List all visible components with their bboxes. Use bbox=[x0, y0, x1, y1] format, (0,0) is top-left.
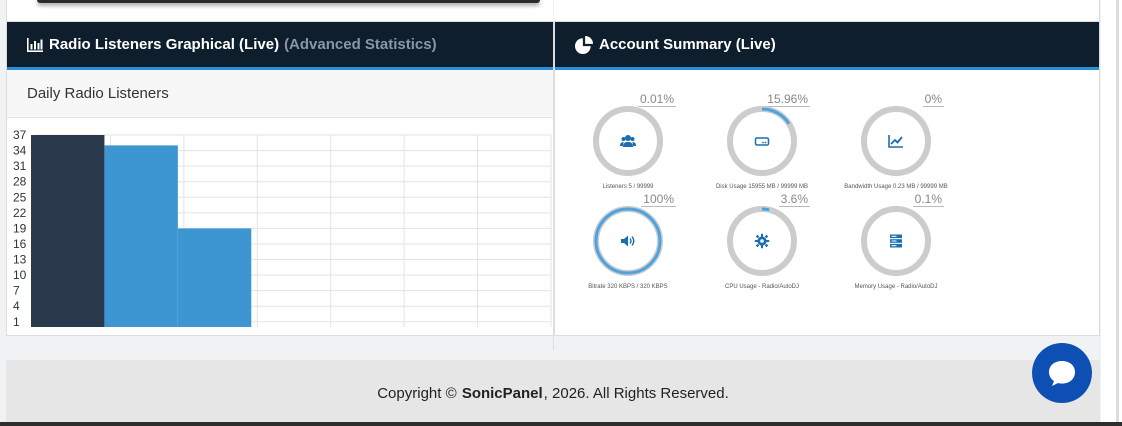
top-card-strip bbox=[0, 0, 1100, 21]
pie-chart-icon bbox=[575, 35, 593, 54]
server-icon bbox=[890, 234, 902, 248]
gauge-ring bbox=[727, 106, 797, 176]
copyright-prefix: Copyright © bbox=[377, 384, 457, 402]
advanced-statistics-link[interactable]: (Advanced Statistics) bbox=[284, 36, 437, 53]
copyright-suffix: , 2026. All Rights Reserved. bbox=[543, 384, 729, 402]
gauge-ring bbox=[593, 106, 663, 176]
y-tick-label: 31 bbox=[13, 159, 27, 173]
bar-wednesday bbox=[177, 228, 252, 327]
radio-listeners-panel: Radio Listeners Graphical (Live) (Advanc… bbox=[6, 21, 554, 350]
page-scrollbar[interactable] bbox=[1116, 0, 1119, 426]
gauge-label: Listeners 5 / 99999 bbox=[602, 184, 654, 190]
y-tick-label: 37 bbox=[13, 128, 27, 142]
volume-icon bbox=[621, 235, 635, 247]
y-tick-label: 19 bbox=[13, 221, 27, 235]
users-icon bbox=[620, 135, 636, 147]
y-tick-label: 25 bbox=[13, 190, 27, 204]
y-tick-label: 13 bbox=[13, 253, 27, 267]
column-divider bbox=[553, 336, 554, 350]
chart-subheader: Daily Radio Listeners bbox=[7, 70, 553, 118]
account-summary-panel: Account Summary (Live) 0.01% Listeners 5 … bbox=[554, 21, 1100, 336]
y-tick-label: 22 bbox=[13, 206, 27, 220]
radio-listeners-header: Radio Listeners Graphical (Live) (Advanc… bbox=[7, 22, 553, 70]
gauge-label: Disk Usage 15955 MB / 99999 MB bbox=[715, 184, 809, 190]
y-tick-label: 34 bbox=[13, 144, 27, 158]
footer: Copyright © SonicPanel, 2026. All Rights… bbox=[6, 360, 1100, 426]
panel-title: Radio Listeners Graphical (Live) bbox=[49, 36, 280, 53]
live-chat-button[interactable] bbox=[1032, 343, 1092, 403]
y-tick-label: 4 bbox=[13, 299, 20, 313]
chart-title: Daily Radio Listeners bbox=[27, 85, 169, 102]
y-tick-label: 7 bbox=[13, 284, 20, 298]
gauge-label: Bitrate 320 KBPS / 320 KBPS bbox=[588, 284, 668, 290]
trend-chart-icon bbox=[888, 135, 903, 148]
y-tick-label: 28 bbox=[13, 175, 27, 189]
daily-listeners-chart: 14710131619222528313437MondayTuesdayWedn… bbox=[7, 119, 553, 350]
bar-monday bbox=[31, 135, 105, 327]
gauge-label: Bandwidth Usage 0.23 MB / 99999 MB bbox=[844, 184, 948, 190]
y-tick-label: 1 bbox=[13, 315, 20, 329]
gauge-label: CPU Usage - Radio/AutoDJ bbox=[724, 284, 800, 290]
chart-svg: 14710131619222528313437MondayTuesdayWedn… bbox=[13, 128, 552, 350]
y-tick-label: 10 bbox=[13, 268, 27, 282]
top-left-card bbox=[6, 0, 553, 21]
panel-title: Account Summary (Live) bbox=[599, 36, 776, 53]
bar-tuesday bbox=[104, 145, 178, 327]
gauge-ring bbox=[593, 206, 663, 276]
top-right-card bbox=[554, 0, 1100, 21]
account-summary-header: Account Summary (Live) bbox=[555, 22, 1099, 70]
bottom-border bbox=[0, 422, 1122, 426]
brand-name[interactable]: SonicPanel bbox=[462, 385, 543, 402]
bar-chart-icon bbox=[27, 37, 43, 52]
chat-bubble-icon bbox=[1049, 361, 1075, 386]
gauge-ring bbox=[861, 206, 931, 276]
y-tick-label: 16 bbox=[13, 237, 27, 251]
top-left-card-shadow bbox=[37, 0, 540, 3]
gauge-ring bbox=[861, 106, 931, 176]
hard-drive-icon bbox=[754, 137, 770, 146]
gear-icon bbox=[754, 233, 770, 249]
gauge-label: Memory Usage - Radio/AutoDJ bbox=[854, 284, 938, 290]
gauge-ring bbox=[727, 206, 797, 276]
